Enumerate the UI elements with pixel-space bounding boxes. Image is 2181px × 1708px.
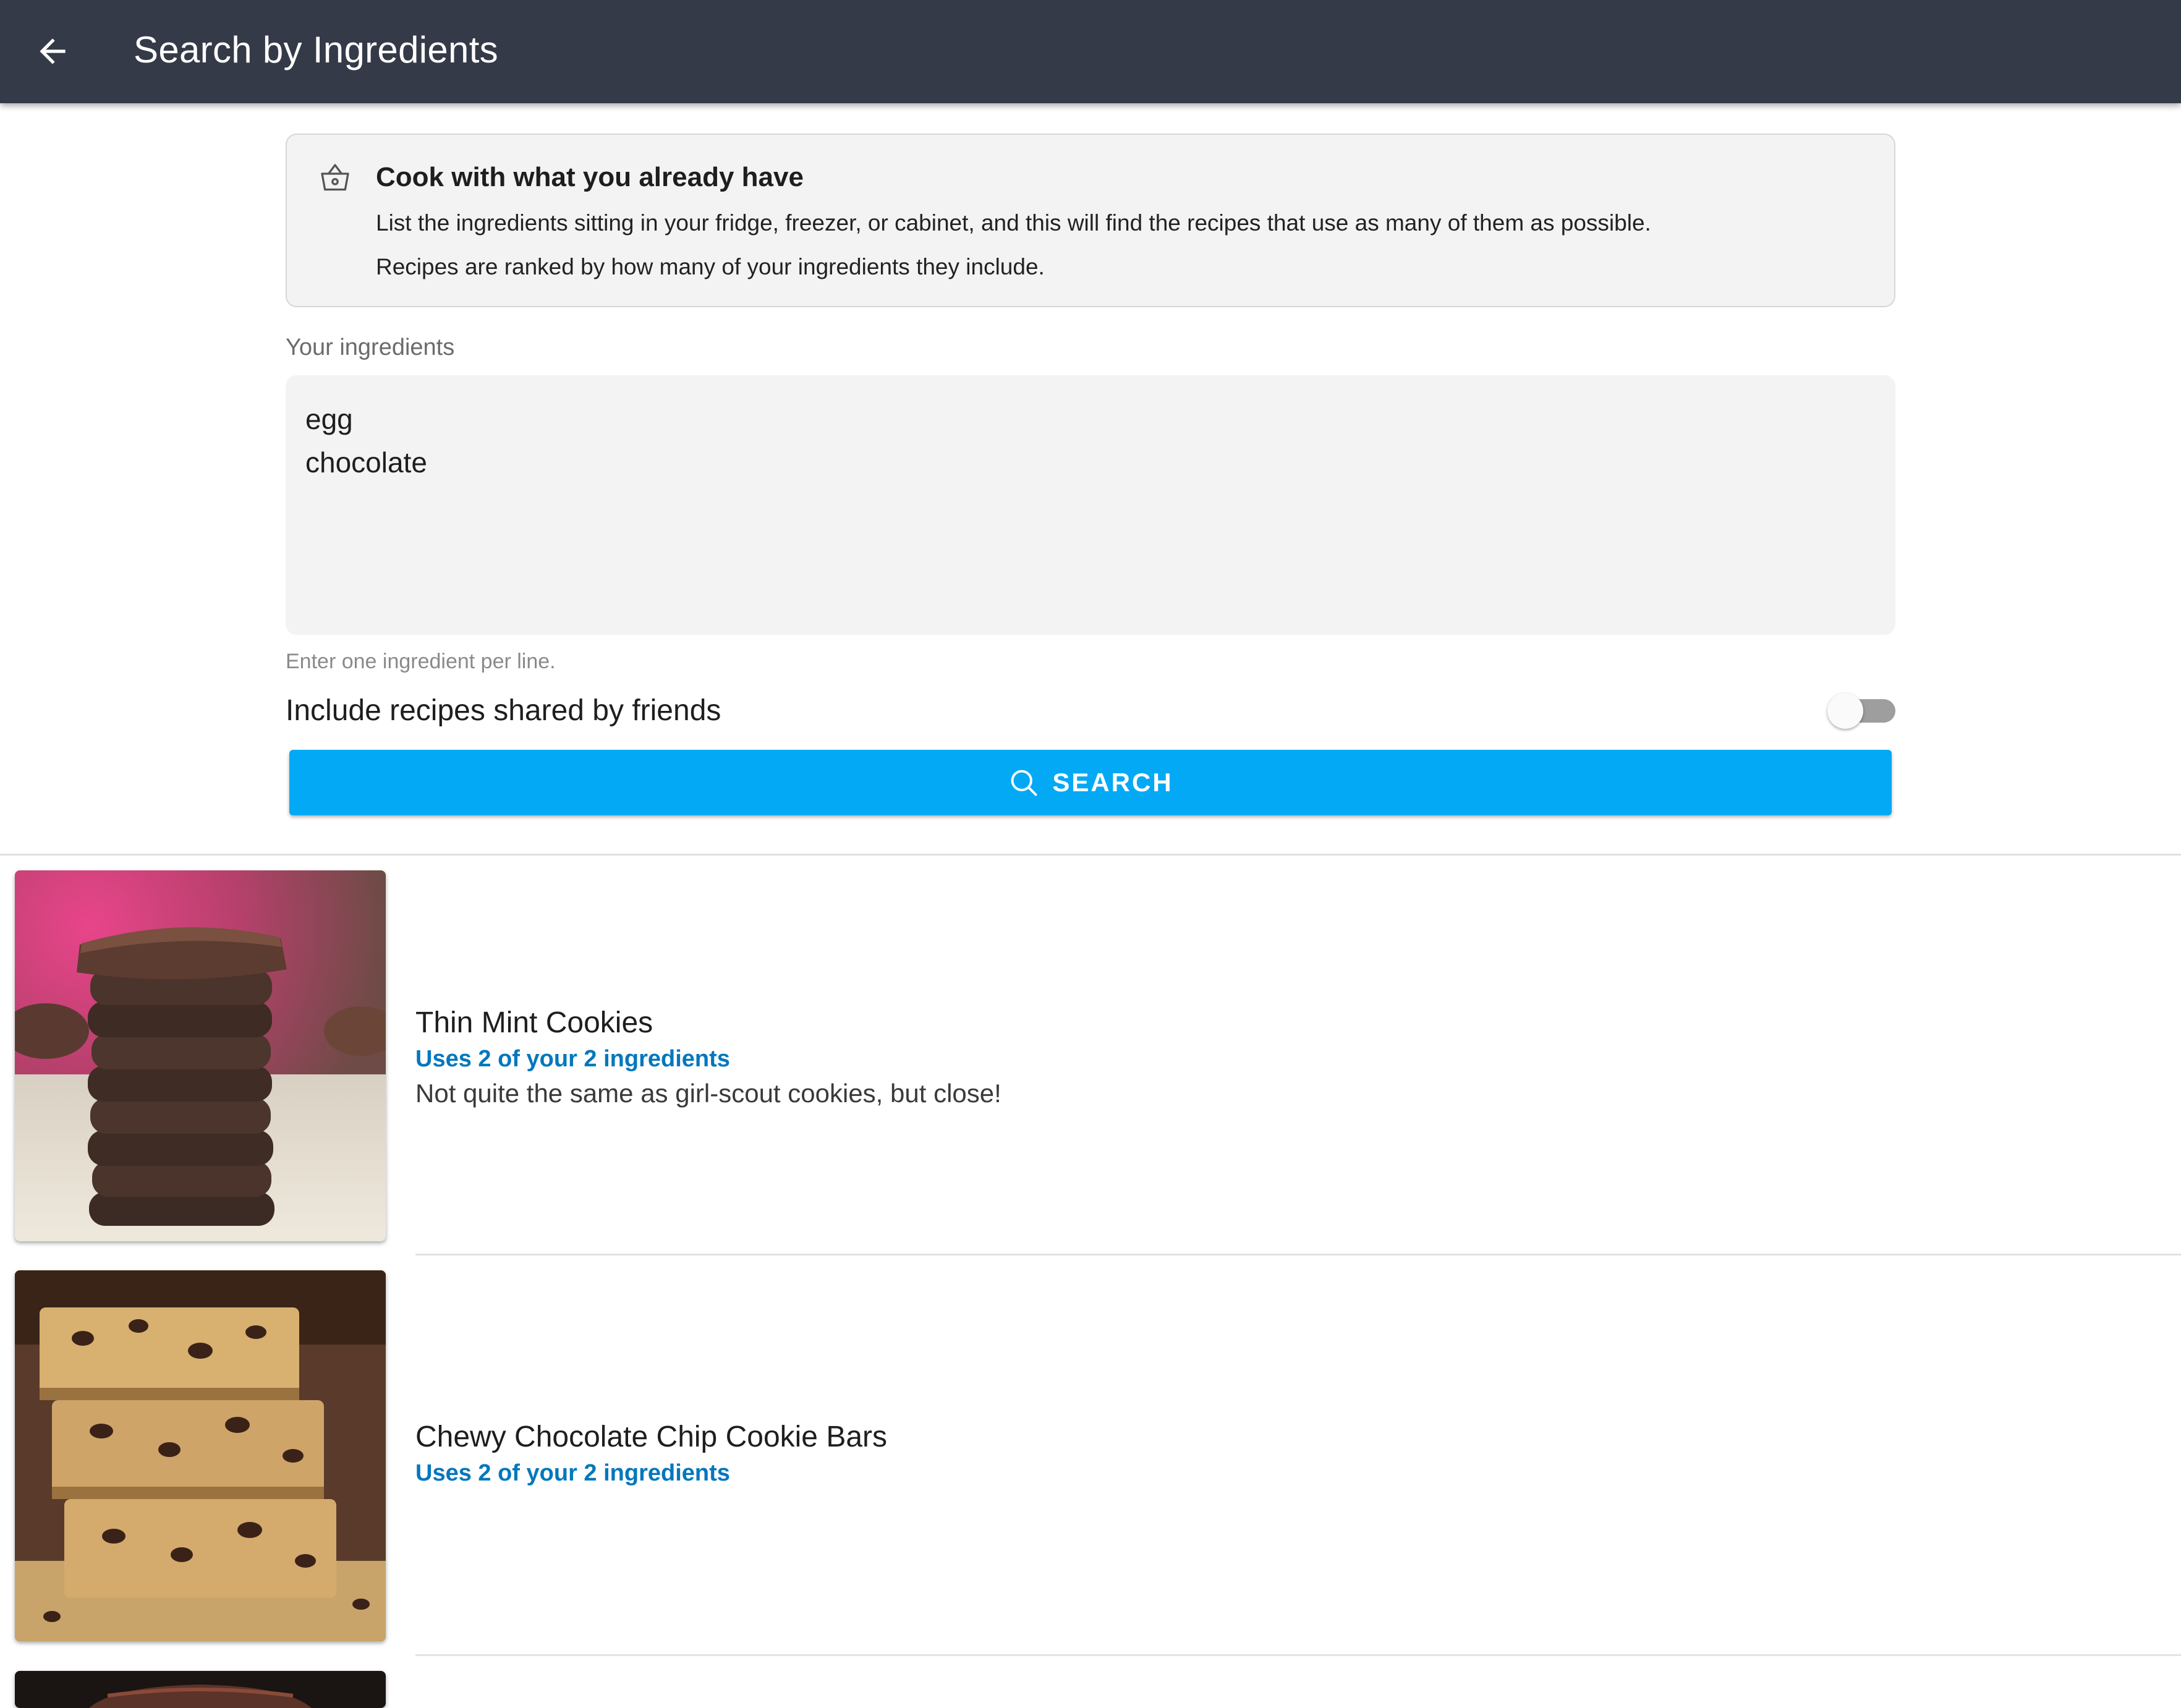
ingredients-textarea[interactable]: egg chocolate (286, 375, 1895, 635)
recipe-thumbnail (15, 1270, 386, 1641)
recipe-list-item[interactable]: Thin Mint Cookies Uses 2 of your 2 ingre… (0, 870, 2181, 1250)
toggle-thumb (1827, 693, 1863, 729)
ingredient-line: egg (305, 403, 353, 435)
ingredients-helper-text: Enter one ingredient per line. (286, 650, 556, 673)
app-bar: Search by Ingredients (0, 0, 2181, 103)
ingredient-line: chocolate (305, 446, 427, 478)
info-card: Cook with what you already have List the… (286, 134, 1895, 307)
recipe-list-item[interactable]: Chewy Chocolate Chip Cookie Bars Uses 2 … (0, 1270, 2181, 1654)
row-divider (415, 1254, 2181, 1256)
row-divider (415, 1654, 2181, 1656)
recipe-ingredient-match: Uses 2 of your 2 ingredients (415, 1046, 730, 1072)
page-title: Search by Ingredients (134, 29, 498, 70)
recipe-thumbnail (15, 1671, 386, 1708)
recipe-thumbnail (15, 870, 386, 1241)
section-divider (0, 854, 2181, 856)
info-title: Cook with what you already have (376, 162, 804, 192)
info-description-line: List the ingredients sitting in your fri… (376, 210, 1651, 236)
friends-toggle-switch[interactable] (1827, 693, 1895, 729)
recipe-title: Chewy Chocolate Chip Cookie Bars (415, 1421, 888, 1453)
search-icon (1011, 770, 1037, 796)
recipe-list-item[interactable] (0, 1671, 2181, 1708)
search-button[interactable]: SEARCH (289, 750, 1892, 815)
friends-toggle-label: Include recipes shared by friends (286, 694, 721, 727)
search-button-label: SEARCH (1052, 768, 1173, 797)
recipe-ingredient-match: Uses 2 of your 2 ingredients (415, 1460, 730, 1486)
back-button[interactable] (25, 23, 80, 79)
recipe-title: Thin Mint Cookies (415, 1006, 653, 1039)
info-description-line: Recipes are ranked by how many of your i… (376, 254, 1045, 279)
basket-icon (321, 164, 349, 191)
recipe-description: Not quite the same as girl-scout cookies… (415, 1079, 1001, 1108)
ingredients-label: Your ingredients (286, 334, 455, 360)
arrow-left-icon (40, 38, 66, 64)
